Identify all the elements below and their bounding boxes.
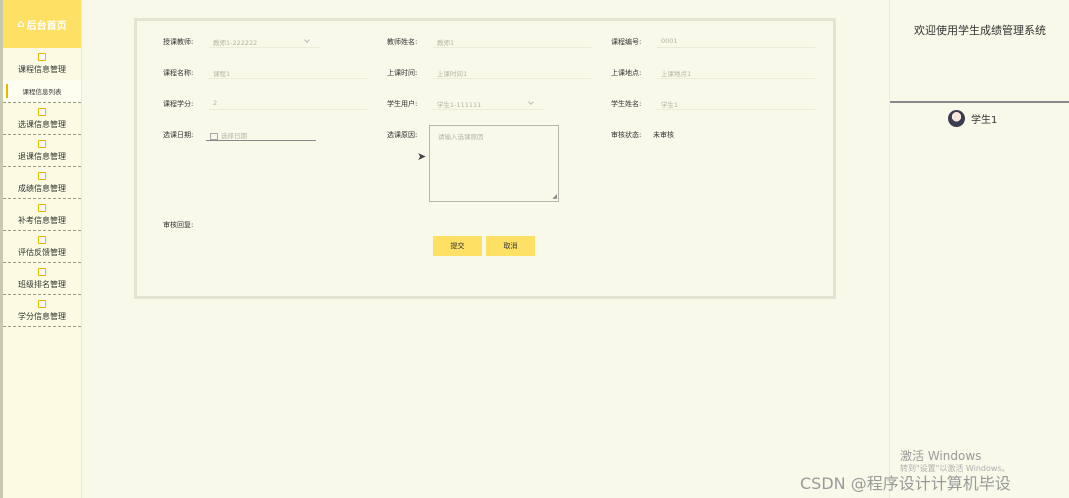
course-no-input[interactable]: 0001 xyxy=(657,33,815,48)
sidebar-item-label: 选课信息管理 xyxy=(18,119,66,129)
field-class-place: 上课地点: 上课地点1 xyxy=(611,64,815,79)
field-student-name: 学生姓名: 学生1 xyxy=(611,95,815,110)
avatar xyxy=(948,110,965,127)
field-class-time: 上课时间: 上课时间1 xyxy=(387,64,591,79)
field-student-user: 学生用户: 学生1-111111 xyxy=(387,95,543,110)
mouse-cursor-icon: ➤ xyxy=(417,150,427,163)
field-teacher: 授课教师: 教师1-222222 xyxy=(163,33,319,48)
windows-activation-watermark: 激活 Windows xyxy=(900,449,982,463)
reason-placeholder: 请输入选课原因 xyxy=(438,133,484,141)
student-name-label: 学生姓名: xyxy=(611,100,642,108)
field-select-date: 选课日期: 选择日期 xyxy=(163,126,316,141)
select-date-picker[interactable]: 选择日期 xyxy=(206,126,316,141)
audit-reply-label: 审核回复: xyxy=(163,221,194,229)
field-teacher-name: 教师姓名: 教师1 xyxy=(387,33,591,48)
sidebar-subitem-label: 课程信息列表 xyxy=(22,88,62,96)
csdn-watermark: CSDN @程序设计计算机毕设 xyxy=(800,474,1011,493)
course-no-label: 课程编号: xyxy=(611,38,642,46)
class-place-label: 上课地点: xyxy=(611,69,642,77)
field-credit: 课程学分: 2 xyxy=(163,95,367,110)
sidebar-item-grades[interactable]: 成绩信息管理 xyxy=(3,167,81,199)
sidebar-item-label: 补考信息管理 xyxy=(18,215,66,225)
reason-textarea[interactable]: 请输入选课原因 ◢ xyxy=(429,125,559,202)
class-time-input[interactable]: 上课时间1 xyxy=(433,64,591,79)
sidebar-item-label: 评估反馈管理 xyxy=(18,247,66,257)
user-panel: 欢迎使用学生成绩管理系统 学生1 xyxy=(889,0,1069,498)
sidebar-item-select[interactable]: 选课信息管理 xyxy=(3,103,81,135)
username: 学生1 xyxy=(971,115,998,126)
sidebar-item-label: 退课信息管理 xyxy=(18,151,66,161)
divider xyxy=(890,101,1069,103)
teacher-label: 授课教师: xyxy=(163,38,194,46)
select-date-label: 选课日期: xyxy=(163,131,194,139)
student-user-select[interactable]: 学生1-111111 xyxy=(433,95,543,110)
field-audit-reply: 审核回复: xyxy=(163,216,209,230)
field-audit-status: 审核状态: 未审核 xyxy=(611,126,674,140)
cancel-button[interactable]: 取消 xyxy=(486,236,535,256)
credit-input[interactable]: 2 xyxy=(209,95,367,110)
menu-icon xyxy=(38,171,46,180)
sidebar-subitem-course-list[interactable]: 课程信息列表 xyxy=(3,80,81,103)
sidebar-item-label: 学分信息管理 xyxy=(18,311,66,321)
sidebar-item-label: 成绩信息管理 xyxy=(18,183,66,193)
course-name-input[interactable]: 课程1 xyxy=(209,64,367,79)
student-name-input[interactable]: 学生1 xyxy=(657,95,815,110)
menu-icon xyxy=(38,107,46,116)
home-icon: ⌂ xyxy=(17,18,25,30)
menu-icon xyxy=(38,203,46,212)
teacher-name-label: 教师姓名: xyxy=(387,38,418,46)
menu-icon xyxy=(38,267,46,276)
welcome-text: 欢迎使用学生成绩管理系统 xyxy=(914,24,1046,37)
sidebar-item-makeup[interactable]: 补考信息管理 xyxy=(3,199,81,231)
field-course-no: 课程编号: 0001 xyxy=(611,33,815,48)
teacher-select[interactable]: 教师1-222222 xyxy=(209,33,319,48)
sidebar-item-label: 课程信息管理 xyxy=(18,65,66,74)
student-user-label: 学生用户: xyxy=(387,100,418,108)
audit-status-label: 审核状态: xyxy=(611,131,642,139)
calendar-icon xyxy=(210,132,218,140)
field-course-name: 课程名称: 课程1 xyxy=(163,64,367,79)
sidebar-item-course[interactable]: 课程信息管理 xyxy=(3,48,81,80)
credit-label: 课程学分: xyxy=(163,100,194,108)
sidebar-item-drop[interactable]: 退课信息管理 xyxy=(3,135,81,167)
field-reason: 选课原因: 请输入选课原因 ◢ xyxy=(387,125,559,202)
sidebar-item-feedback[interactable]: 评估反馈管理 xyxy=(3,231,81,263)
sidebar-item-ranking[interactable]: 班级排名管理 xyxy=(3,263,81,295)
menu-icon xyxy=(38,139,46,148)
menu-icon xyxy=(38,299,46,308)
teacher-name-input[interactable]: 教师1 xyxy=(433,33,591,48)
sidebar-item-credits[interactable]: 学分信息管理 xyxy=(3,295,81,327)
select-date-placeholder: 选择日期 xyxy=(221,132,247,140)
user-info[interactable]: 学生1 xyxy=(948,110,997,127)
active-indicator xyxy=(6,84,8,98)
home-label: 后台首页 xyxy=(26,20,67,32)
submit-button[interactable]: 提交 xyxy=(433,236,482,256)
class-time-label: 上课时间: xyxy=(387,69,418,77)
class-place-input[interactable]: 上课地点1 xyxy=(657,64,815,79)
menu-icon xyxy=(38,235,46,244)
course-name-label: 课程名称: xyxy=(163,69,194,77)
home-link[interactable]: ⌂ 后台首页 xyxy=(3,0,81,48)
sidebar: ⌂ 后台首页 课程信息管理 课程信息列表 选课信息管理 退课信息管理 成绩信息管… xyxy=(3,0,82,498)
audit-status-value: 未审核 xyxy=(653,131,674,139)
sidebar-item-label: 班级排名管理 xyxy=(18,279,66,289)
resize-handle-icon[interactable]: ◢ xyxy=(552,193,557,200)
menu-icon xyxy=(38,53,46,61)
reason-label: 选课原因: xyxy=(387,131,418,139)
